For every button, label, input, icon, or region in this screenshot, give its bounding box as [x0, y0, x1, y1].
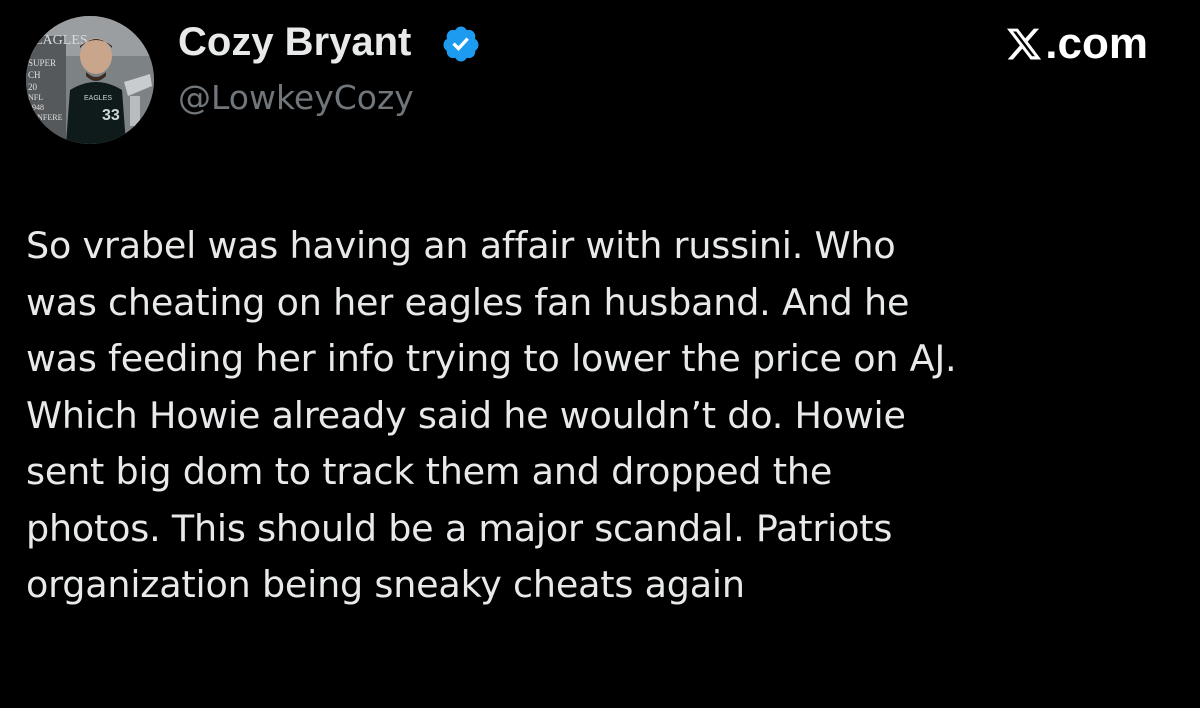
author-handle[interactable]: @LowkeyCozy: [178, 76, 414, 120]
avatar-plaque-text: CONFERE: [26, 113, 63, 122]
verified-badge-icon: [443, 26, 479, 62]
avatar-plaque-text: CH: [28, 70, 41, 80]
brand-label: .com: [1045, 19, 1148, 68]
avatar-plaque-text: NFL: [28, 93, 43, 102]
x-logo-icon: [1007, 28, 1042, 60]
brand-watermark: .com: [1005, 14, 1148, 74]
avatar-plaque-text: 20: [28, 82, 38, 92]
tweet-card: EAGLES SUPER CH 20 NFL 1948 CONFERE EAGL…: [0, 0, 1200, 708]
author-avatar[interactable]: EAGLES SUPER CH 20 NFL 1948 CONFERE EAGL…: [26, 16, 154, 144]
avatar-jersey-text: EAGLES: [84, 95, 112, 102]
avatar-plaque-text: 1948: [28, 103, 44, 112]
avatar-photo-icon: EAGLES SUPER CH 20 NFL 1948 CONFERE EAGL…: [26, 16, 154, 144]
avatar-banner-text: EAGLES: [34, 33, 88, 48]
tweet-text: So vrabel was having an affair with russ…: [26, 224, 957, 606]
avatar-plaque-text: SUPER: [28, 58, 56, 68]
author-display-name[interactable]: Cozy Bryant: [178, 16, 411, 68]
avatar-jersey-number: 33: [102, 107, 120, 124]
